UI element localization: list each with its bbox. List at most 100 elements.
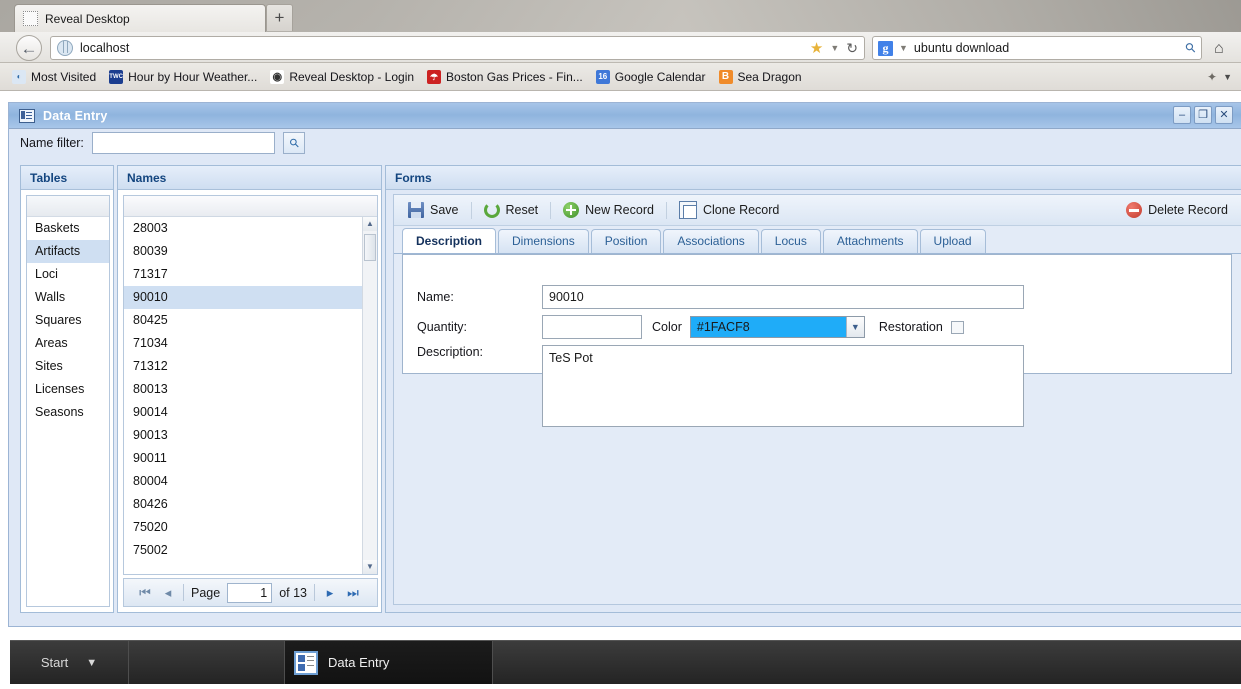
list-item[interactable]: 90013 (124, 424, 363, 447)
reload-icon[interactable]: ↻ (846, 40, 858, 57)
name-input[interactable]: 90010 (542, 285, 1024, 309)
list-item[interactable]: 28003 (124, 217, 363, 240)
table-item-artifacts[interactable]: Artifacts (27, 240, 109, 263)
tables-list[interactable]: Baskets Artifacts Loci Walls Squares Are… (26, 195, 110, 607)
table-item-baskets[interactable]: Baskets (27, 217, 109, 240)
window-title-bar[interactable]: Data Entry – ❐ ✕ (9, 103, 1241, 129)
names-panel-header: Names (118, 166, 381, 190)
names-grid[interactable]: 28003 80039 71317 90010 80425 71034 7131… (123, 195, 378, 575)
list-item[interactable]: 80004 (124, 470, 363, 493)
prev-page-icon[interactable]: ◂ (160, 585, 176, 601)
list-item[interactable]: 71034 (124, 332, 363, 355)
bookmarks-overflow-icon[interactable]: ✦ (1207, 70, 1217, 84)
list-item[interactable]: 71312 (124, 355, 363, 378)
name-field-row: Name: 90010 (417, 285, 1024, 309)
scrollbar-thumb[interactable] (364, 234, 376, 261)
list-item[interactable]: 71317 (124, 263, 363, 286)
restoration-checkbox[interactable] (951, 321, 964, 334)
names-column-header (124, 196, 377, 217)
table-item-walls[interactable]: Walls (27, 286, 109, 309)
forms-toolbar: Save Reset New Record (394, 195, 1241, 226)
table-item-areas[interactable]: Areas (27, 332, 109, 355)
list-item[interactable]: 80013 (124, 378, 363, 401)
bookmark-label: Reveal Desktop - Login (289, 70, 414, 84)
start-label: Start (41, 655, 68, 670)
start-button[interactable]: Start ▼ (10, 641, 129, 684)
list-item[interactable]: 90014 (124, 401, 363, 424)
list-item[interactable]: 75020 (124, 516, 363, 539)
name-filter-search-button[interactable]: ⚲ (283, 132, 305, 154)
tab-position[interactable]: Position (591, 229, 662, 253)
tab-associations[interactable]: Associations (663, 229, 758, 253)
clone-record-button[interactable]: Clone Record (679, 201, 779, 219)
site-identity-icon (57, 40, 73, 56)
names-pager: ⏮ ◂ Page 1 of 13 ▸ ⏭ (123, 578, 378, 607)
chevron-down-icon[interactable]: ▼ (86, 657, 97, 669)
taskbar-item-data-entry[interactable]: Data Entry (285, 641, 493, 684)
bookmark-boston-gas-prices[interactable]: ☂ Boston Gas Prices - Fin... (427, 70, 583, 84)
data-entry-window: Data Entry – ❐ ✕ Name filter: ⚲ Tables (8, 102, 1241, 627)
color-dropdown[interactable]: #1FACF8 ▼ (690, 316, 865, 338)
names-list[interactable]: 28003 80039 71317 90010 80425 71034 7131… (124, 217, 363, 574)
tab-upload[interactable]: Upload (920, 229, 986, 253)
tab-description[interactable]: Description (402, 228, 496, 253)
search-icon[interactable]: ⚲ (1182, 39, 1200, 57)
search-input[interactable]: ubuntu download (914, 41, 1181, 55)
taskbar-strip: Start ▼ Data Entry (10, 640, 1241, 684)
list-item[interactable]: 80425 (124, 309, 363, 332)
close-button[interactable]: ✕ (1215, 106, 1233, 124)
list-item[interactable]: 80039 (124, 240, 363, 263)
scroll-down-icon[interactable]: ▼ (363, 560, 377, 574)
description-textarea[interactable]: TeS Pot (542, 345, 1024, 427)
names-scrollbar[interactable]: ▲ ▼ (362, 217, 377, 574)
bookmark-weather[interactable]: TWC Hour by Hour Weather... (109, 70, 257, 84)
bookmark-sea-dragon[interactable]: B Sea Dragon (719, 70, 802, 84)
chevron-down-icon[interactable]: ▼ (846, 317, 864, 337)
next-page-icon[interactable]: ▸ (322, 585, 338, 601)
scroll-up-icon[interactable]: ▲ (363, 217, 377, 231)
tab-dimensions[interactable]: Dimensions (498, 229, 589, 253)
table-item-licenses[interactable]: Licenses (27, 378, 109, 401)
tab-attachments[interactable]: Attachments (823, 229, 918, 253)
quantity-field-row: Quantity: Color #1FACF8 ▼ Restoration (417, 315, 964, 339)
delete-record-button[interactable]: Delete Record (1126, 202, 1228, 218)
chevron-down-icon[interactable]: ▼ (830, 43, 839, 53)
tab-locus[interactable]: Locus (761, 229, 821, 253)
name-filter-input[interactable] (92, 132, 275, 154)
bookmark-most-visited[interactable]: ◐ Most Visited (12, 70, 96, 84)
quantity-input[interactable] (542, 315, 642, 339)
home-icon[interactable]: ⌂ (1214, 40, 1224, 58)
table-item-loci[interactable]: Loci (27, 263, 109, 286)
quantity-label: Quantity: (417, 320, 542, 334)
browser-tab[interactable]: Reveal Desktop (14, 4, 266, 32)
minimize-button[interactable]: – (1173, 106, 1191, 124)
back-button[interactable]: ← (16, 35, 42, 61)
bookmark-star-icon[interactable]: ★ (810, 39, 823, 57)
restore-button[interactable]: ❐ (1194, 106, 1212, 124)
tables-panel-header: Tables (21, 166, 113, 190)
new-tab-button[interactable]: + (266, 4, 293, 31)
list-item[interactable]: 90011 (124, 447, 363, 470)
page-number-input[interactable]: 1 (227, 583, 272, 603)
reset-button[interactable]: Reset (484, 202, 539, 218)
bookmarks-chevron-down-icon[interactable]: ▼ (1223, 72, 1232, 82)
tab-title: Reveal Desktop (45, 12, 130, 26)
page-label: Page (191, 586, 220, 600)
new-record-button[interactable]: New Record (563, 202, 654, 218)
list-item[interactable]: 80426 (124, 493, 363, 516)
list-item-selected[interactable]: 90010 (124, 286, 363, 309)
bookmark-google-calendar[interactable]: 16 Google Calendar (596, 70, 706, 84)
save-button[interactable]: Save (408, 202, 459, 218)
first-page-icon[interactable]: ⏮ (137, 585, 153, 601)
table-item-sites[interactable]: Sites (27, 355, 109, 378)
bookmark-reveal-desktop-login[interactable]: ◉ Reveal Desktop - Login (270, 70, 414, 84)
tables-panel: Tables Baskets Artifacts Loci Walls Squa… (20, 165, 114, 613)
list-item[interactable]: 75002 (124, 539, 363, 562)
last-page-icon[interactable]: ⏭ (345, 585, 361, 601)
table-item-squares[interactable]: Squares (27, 309, 109, 332)
search-engine-chevron-icon[interactable]: ▼ (899, 43, 908, 53)
search-bar[interactable]: g ▼ ubuntu download ⚲ (872, 36, 1202, 60)
gas-pump-icon: ☂ (427, 70, 441, 84)
address-bar[interactable]: localhost ★ ▼ ↻ (50, 36, 865, 60)
table-item-seasons[interactable]: Seasons (27, 401, 109, 424)
